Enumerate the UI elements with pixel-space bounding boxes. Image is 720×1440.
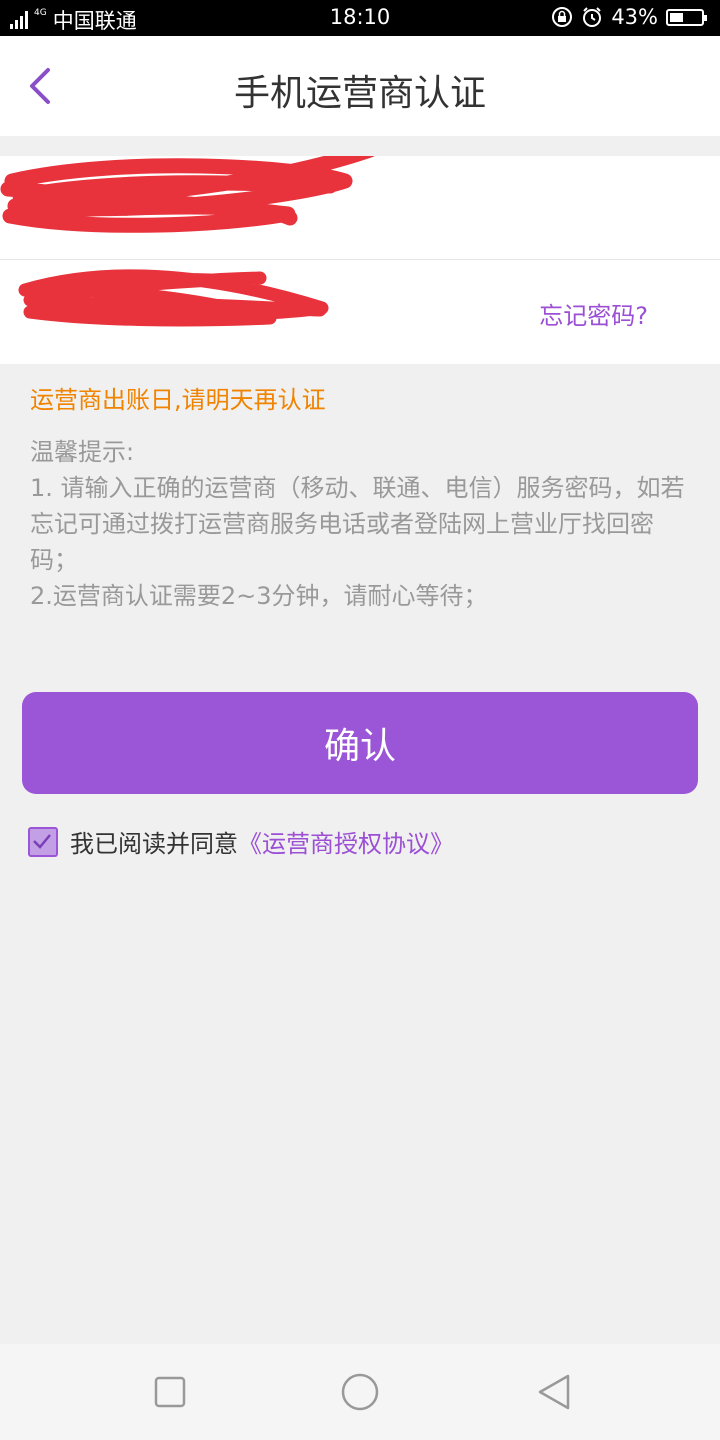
battery-percent: 43% (611, 5, 658, 29)
tips-heading: 温馨提示: (30, 438, 135, 466)
checkmark-icon (33, 833, 51, 849)
status-bar: 4G 中国联通 18:10 43% (0, 0, 720, 36)
confirm-button[interactable]: 确认 (22, 692, 698, 794)
password-field[interactable]: 75 (30, 294, 63, 324)
square-icon (154, 1376, 186, 1408)
agreement-link[interactable]: 《运营商授权协议》 (238, 824, 454, 859)
agreement-text: 我已阅读并同意 (70, 830, 238, 858)
system-nav-bar (0, 1344, 720, 1440)
recent-apps-button[interactable] (150, 1372, 190, 1412)
phone-number-field[interactable]: 1 (30, 190, 47, 220)
battery-icon (666, 8, 707, 26)
circle-icon (341, 1373, 379, 1411)
phone-field-row[interactable]: 1 (0, 156, 720, 260)
alarm-icon (583, 7, 602, 27)
home-button[interactable] (340, 1372, 380, 1412)
page-title: 手机运营商认证 (233, 73, 486, 114)
rotation-lock-icon (552, 7, 573, 27)
agreement-checkbox[interactable] (28, 826, 58, 857)
carrier-auth-form: 1 75 忘记密码? (0, 156, 720, 364)
tips-line-1: 1. 请输入正确的运营商（移动、联通、电信）服务密码，如若忘记可通过拨打运营商服… (30, 474, 685, 574)
agreement-row: 我已阅读并同意 《运营商授权协议》 (28, 824, 454, 859)
redaction-scribble (0, 156, 375, 233)
password-field-row[interactable]: 75 忘记密码? (0, 260, 720, 363)
tips-line-2: 2.运营商认证需要2~3分钟，请耐心等待； (30, 582, 488, 610)
battery-fill (670, 12, 683, 22)
triangle-back-icon (538, 1374, 570, 1410)
status-right: 43% (551, 5, 707, 29)
tips-section: 温馨提示: 1. 请输入正确的运营商（移动、联通、电信）服务密码，如若忘记可通过… (30, 434, 695, 614)
system-back-button[interactable] (534, 1372, 574, 1412)
title-bar: 手机运营商认证 (0, 36, 720, 136)
forgot-password-link[interactable]: 忘记密码? (539, 296, 648, 331)
billing-day-warning: 运营商出账日,请明天再认证 (30, 386, 326, 414)
